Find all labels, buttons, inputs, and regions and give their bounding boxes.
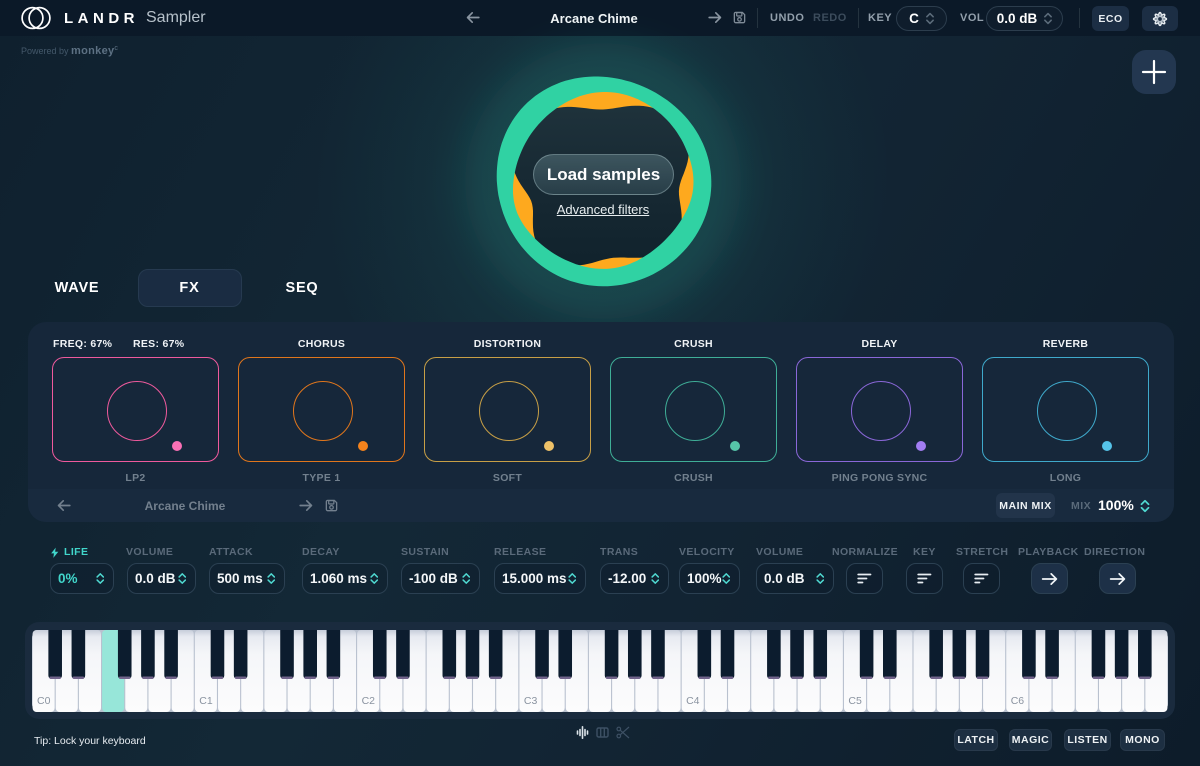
svg-text:C4: C4 xyxy=(686,695,700,707)
svg-text:C5: C5 xyxy=(848,695,862,707)
svg-text:C2: C2 xyxy=(362,695,376,707)
svg-text:C0: C0 xyxy=(37,695,51,707)
svg-text:C1: C1 xyxy=(199,695,213,707)
svg-text:C6: C6 xyxy=(1011,695,1025,707)
svg-text:C3: C3 xyxy=(524,695,538,707)
